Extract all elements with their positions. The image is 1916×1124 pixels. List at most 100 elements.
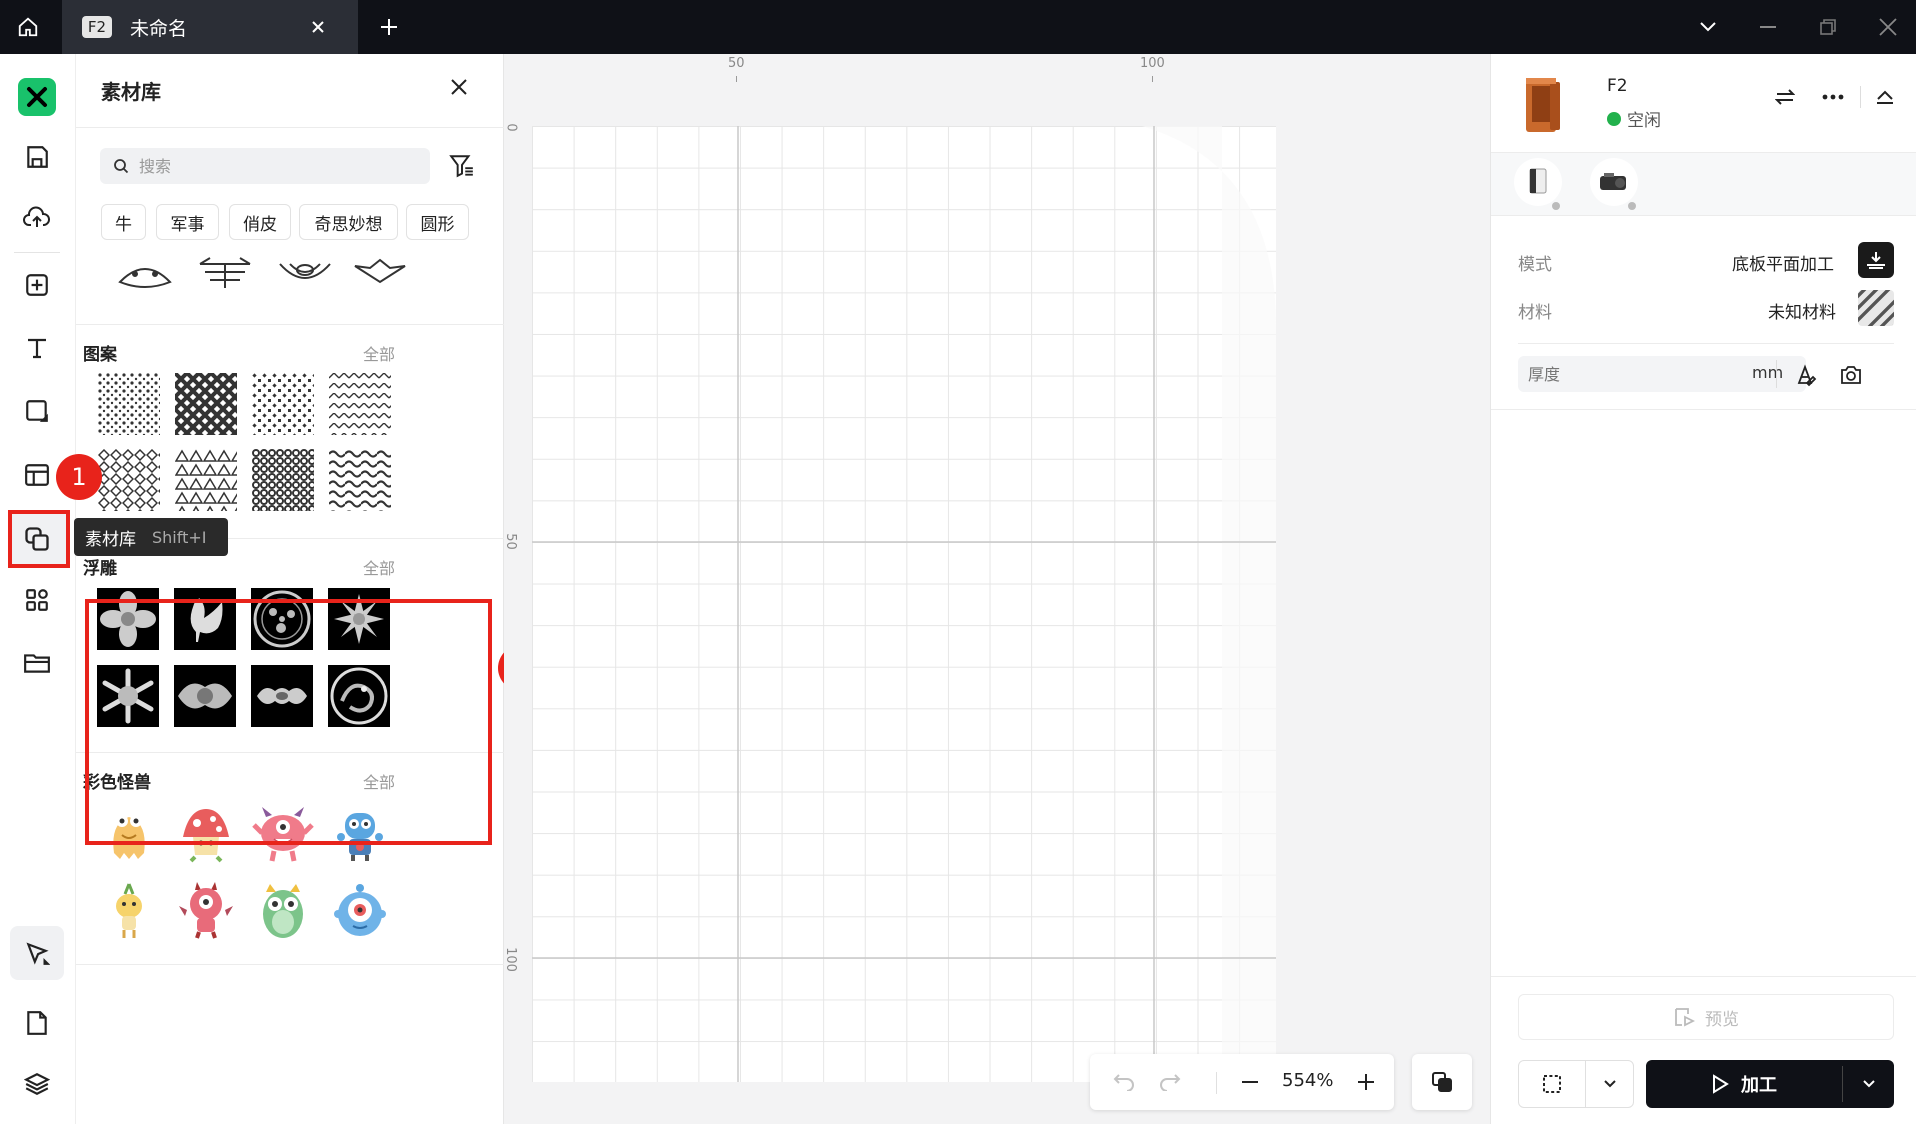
pattern-triangle-icon [175,449,237,511]
collapse-button[interactable] [1872,84,1898,110]
pattern-thumb-1[interactable] [97,372,161,436]
panel-divider [1490,409,1916,410]
module-status-dot [1552,202,1560,210]
search-box[interactable] [100,148,430,184]
thickness-field[interactable]: mm [1518,356,1806,392]
device-name: F2 [1607,76,1628,96]
ruler-tick [736,76,737,82]
add-tool[interactable] [12,260,62,310]
zoom-divider [1216,1072,1217,1094]
mode-button[interactable] [1858,242,1894,278]
status-text: 空闲 [1627,111,1661,131]
apps-tool[interactable] [12,575,62,625]
switch-device-button[interactable] [1772,84,1798,110]
chevron-down-icon [1603,1080,1616,1088]
auto-measure-button[interactable] [1790,360,1820,390]
preview-icon [1675,1008,1695,1027]
more-icon [1822,94,1844,100]
chip-circle[interactable]: 圆形 [406,204,469,240]
pink-cyclops-monster-icon [179,882,233,939]
pattern-thumb-3[interactable] [251,372,315,436]
duplicate-button[interactable] [1412,1054,1472,1110]
folder-tool[interactable] [12,638,62,688]
collapse-up-icon [1877,90,1893,104]
shape-tool[interactable] [12,386,62,436]
material-library-tool[interactable] [12,514,62,564]
tooltip-label: 素材库 [85,529,136,550]
redo-button[interactable] [1156,1068,1184,1096]
ruler-left: 0 50 100 [502,123,532,1124]
maximize-button[interactable] [1810,10,1846,44]
chip-playful[interactable]: 俏皮 [229,204,291,240]
zoom-level[interactable]: 554% [1282,1070,1333,1091]
chip-cow[interactable]: 牛 [101,204,146,240]
monster-thumb-5[interactable] [97,879,161,943]
pattern-wave-icon [329,449,391,511]
tooltip-shortcut: Shift+I [152,527,207,547]
search-icon [114,159,129,174]
module-laser-button[interactable] [1514,158,1562,206]
tab-close-button[interactable] [305,14,331,40]
save-tool[interactable] [12,132,62,182]
frame-dropdown-button[interactable] [1586,1061,1633,1107]
undo-icon [1113,1074,1134,1091]
relief-view-all[interactable]: 全部 [363,555,395,579]
tab-device-badge: F2 [82,16,112,38]
monster-thumb-8[interactable] [328,879,392,943]
pattern-thumb-5[interactable] [97,448,161,512]
pattern-thumb-4[interactable] [328,372,392,436]
close-window-button[interactable] [1870,10,1906,44]
process-dropdown-button[interactable] [1843,1060,1894,1108]
more-button[interactable] [1820,84,1846,110]
pattern-thumb-8[interactable] [328,448,392,512]
chip-military[interactable]: 军事 [156,204,219,240]
pattern-view-all[interactable]: 全部 [363,341,395,365]
annotation-box-2 [85,599,492,845]
select-tool[interactable] [12,928,62,978]
undo-button[interactable] [1110,1068,1138,1096]
material-swatch[interactable] [1858,290,1894,326]
device-panel: F2 空闲 模式 底板平面加工 材料 未知材料 mm [1490,54,1916,1124]
ruler-left-label-100: 100 [502,947,518,972]
document-tool[interactable] [12,998,62,1048]
material-value[interactable]: 未知材料 [1768,298,1836,323]
minus-icon [1242,1081,1258,1083]
search-input[interactable] [137,155,407,177]
artboard[interactable] [532,126,1276,1082]
mode-value[interactable]: 底板平面加工 [1732,250,1834,275]
monster-thumb-7[interactable] [251,879,315,943]
camera-measure-button[interactable] [1836,360,1866,390]
layers-icon [24,1073,50,1095]
module-camera-button[interactable] [1590,158,1638,206]
dropdown-button[interactable] [1690,10,1726,44]
thickness-input[interactable] [1526,362,1726,386]
process-button[interactable]: 加工 [1646,1060,1842,1108]
pattern-zigzag-icon [329,373,391,435]
filter-button[interactable] [446,150,478,182]
zoom-in-button[interactable] [1352,1068,1380,1096]
pattern-thumb-7[interactable] [251,448,315,512]
frame-button[interactable] [1519,1061,1585,1107]
monster-thumb-6[interactable] [174,879,238,943]
ruler-tick [1152,76,1153,82]
new-tab-button[interactable] [372,10,406,44]
pattern-thumb-2[interactable] [174,372,238,436]
layout-tool[interactable] [12,450,62,500]
panel-border [1490,54,1491,1124]
close-icon [1879,18,1897,36]
panel-close-button[interactable] [444,72,474,102]
panel-divider [1490,976,1916,977]
home-button[interactable] [0,0,56,54]
header-divider [1860,86,1861,108]
copy-icon [1432,1072,1452,1092]
preview-button[interactable]: 预览 [1518,994,1894,1040]
minimize-button[interactable] [1750,10,1786,44]
text-tool[interactable] [12,323,62,373]
chip-whimsical[interactable]: 奇思妙想 [299,204,398,240]
device-status: 空闲 [1607,106,1661,131]
close-icon [312,21,324,33]
zoom-out-button[interactable] [1236,1068,1264,1096]
layers-tool[interactable] [12,1059,62,1109]
pattern-thumb-6[interactable] [174,448,238,512]
cloud-upload-tool[interactable] [12,193,62,243]
